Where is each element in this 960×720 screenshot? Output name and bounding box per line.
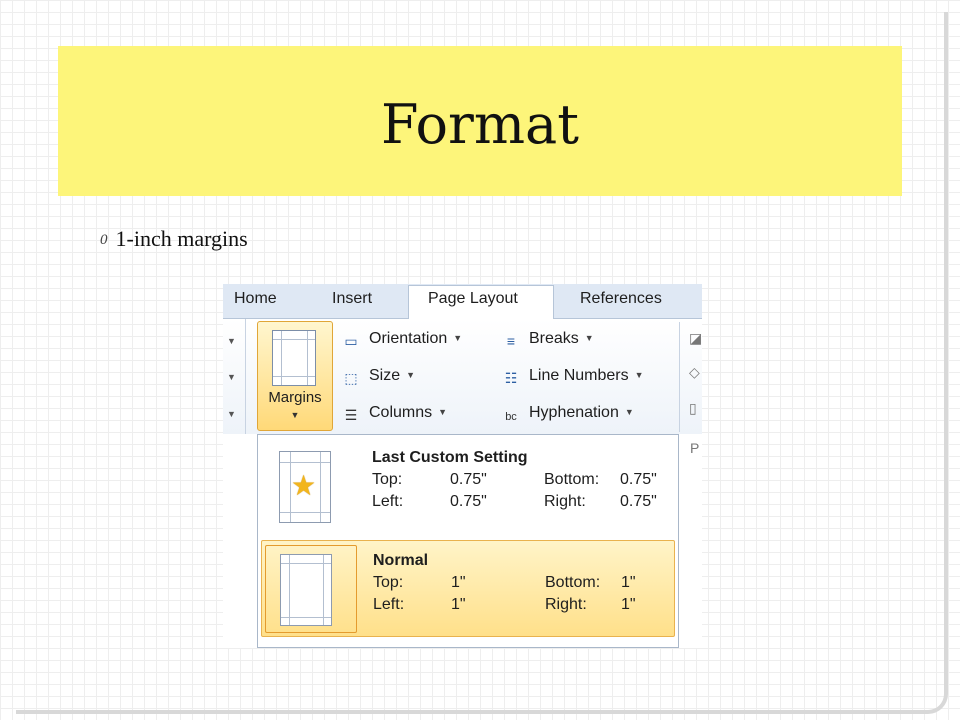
ribbon-tab-bar: Home Insert Page Layout References xyxy=(223,284,702,319)
option-row-top-bottom: Top: 0.75" Bottom: 0.75" xyxy=(372,471,657,489)
left-label: Left: xyxy=(372,493,404,510)
option-name: Normal xyxy=(373,552,429,569)
bottom-value: 0.75" xyxy=(620,471,657,488)
page-thumbnail xyxy=(280,554,332,626)
chevron-down-icon: ▼ xyxy=(406,370,416,380)
chevron-down-icon: ▼ xyxy=(438,407,448,417)
top-value: 0.75" xyxy=(450,471,487,488)
chevron-down-icon: ▼ xyxy=(290,410,300,420)
columns-button[interactable]: ☰ Columns ▼ xyxy=(341,404,447,424)
word-ribbon-screenshot: Home Insert Page Layout References ▼ ▼ ▼… xyxy=(223,284,702,648)
size-label: Size xyxy=(369,367,401,384)
columns-icon: ☰ xyxy=(344,407,358,423)
right-label: Right: xyxy=(544,493,586,510)
chevron-down-icon: ▼ xyxy=(584,333,594,343)
chevron-down-icon[interactable]: ▼ xyxy=(227,336,236,346)
hyphenation-icon: bc xyxy=(505,411,517,423)
ribbon-group-divider xyxy=(679,322,680,432)
margins-label: Margins xyxy=(268,389,322,406)
bottom-value: 1" xyxy=(621,574,636,591)
bottom-label: Bottom: xyxy=(545,574,601,591)
bullet-text: 1-inch margins xyxy=(115,226,248,251)
breaks-icon: ≡ xyxy=(506,333,516,349)
breaks-button[interactable]: ≡ Breaks ▼ xyxy=(501,330,594,350)
top-label: Top: xyxy=(372,471,403,488)
title-band: Format xyxy=(58,46,902,196)
right-value: 0.75" xyxy=(620,493,657,510)
right-label: Right: xyxy=(545,596,587,613)
margins-icon xyxy=(272,330,316,386)
left-value: 0.75" xyxy=(450,493,487,510)
hyphenation-label: Hyphenation xyxy=(529,404,619,421)
right-value: 1" xyxy=(621,596,636,613)
margin-option-last-custom[interactable]: ★ Last Custom Setting Top: 0.75" Bottom: 0.… xyxy=(261,438,675,535)
chevron-down-icon: ▼ xyxy=(624,407,634,417)
option-name: Last Custom Setting xyxy=(372,449,528,466)
size-button[interactable]: ⬚ Size ▼ xyxy=(341,367,415,387)
chevron-down-icon: ▼ xyxy=(453,333,463,343)
orientation-button[interactable]: ▭ Orientation ▼ xyxy=(341,330,462,350)
line-numbers-label: Line Numbers xyxy=(529,367,629,384)
option-row-left-right: Left: 1" Right: 1" xyxy=(373,596,636,614)
breaks-label: Breaks xyxy=(529,330,579,347)
tab-references[interactable]: References xyxy=(580,290,662,308)
option-row-top-bottom: Top: 1" Bottom: 1" xyxy=(373,574,636,592)
tab-insert[interactable]: Insert xyxy=(332,290,372,308)
line-numbers-button[interactable]: ☷ Line Numbers ▼ xyxy=(501,367,644,387)
orientation-icon: ▭ xyxy=(344,333,358,349)
bottom-label: Bottom: xyxy=(544,471,600,488)
chevron-down-icon[interactable]: ▼ xyxy=(227,409,236,419)
partial-ribbon-icon[interactable]: ◇ xyxy=(689,364,700,381)
tab-page-layout[interactable]: Page Layout xyxy=(428,290,518,308)
hyphenation-button[interactable]: bc Hyphenation ▼ xyxy=(501,404,634,426)
line-numbers-icon: ☷ xyxy=(504,370,518,386)
margins-button[interactable]: Margins ▼ xyxy=(257,321,333,431)
partial-ribbon-icon[interactable]: ▯ xyxy=(689,400,697,417)
orientation-label: Orientation xyxy=(369,330,448,347)
left-label: Left: xyxy=(373,596,405,613)
size-icon: ⬚ xyxy=(344,370,358,386)
option-row-left-right: Left: 0.75" Right: 0.75" xyxy=(372,493,657,511)
star-icon: ★ xyxy=(291,470,317,501)
slide-title: Format xyxy=(381,93,579,156)
tab-home[interactable]: Home xyxy=(234,290,277,308)
partial-group-label: P xyxy=(690,440,700,456)
top-value: 1" xyxy=(451,574,466,591)
chevron-down-icon: ▼ xyxy=(634,370,644,380)
partial-ribbon-icon[interactable]: ◪ xyxy=(689,330,702,347)
top-label: Top: xyxy=(373,574,404,591)
columns-label: Columns xyxy=(369,404,433,421)
bullet-item: 0 1-inch margins xyxy=(100,226,248,252)
margins-dropdown-menu: ★ Last Custom Setting Top: 0.75" Bottom: 0.… xyxy=(257,434,679,648)
chevron-down-icon[interactable]: ▼ xyxy=(227,372,236,382)
margin-option-normal[interactable]: Normal Top: 1" Bottom: 1" Left: 1" Right: 1" xyxy=(261,540,675,637)
bullet-number: 0 xyxy=(100,232,108,248)
left-value: 1" xyxy=(451,596,466,613)
slide: Format 0 1-inch margins Home Insert Page … xyxy=(0,0,960,720)
page-thumbnail: ★ xyxy=(279,451,331,523)
